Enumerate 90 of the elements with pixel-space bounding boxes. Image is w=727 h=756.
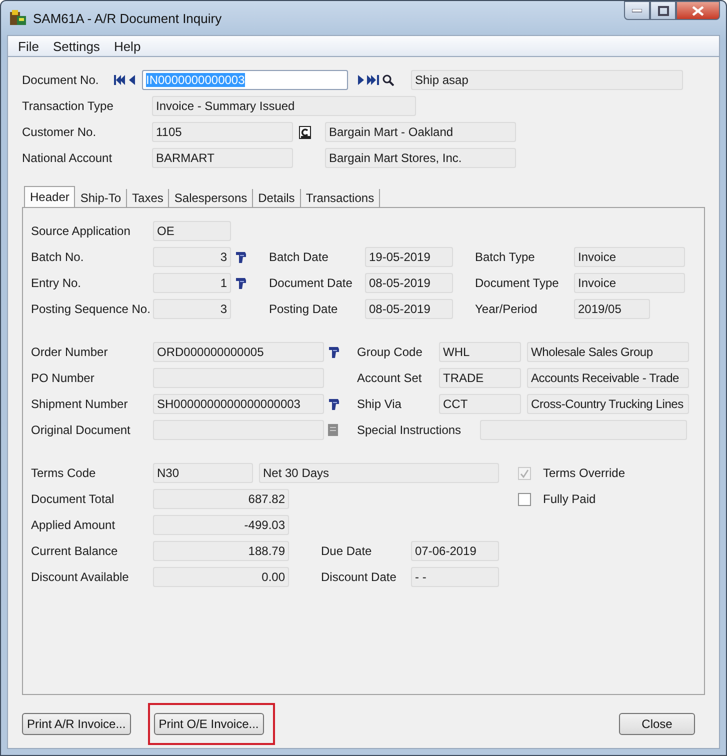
close-button[interactable] [676, 1, 720, 20]
date-field: 08-05-2019 [365, 273, 453, 293]
menu-item[interactable]: File [18, 38, 39, 54]
number-field: 3 [153, 247, 231, 267]
first-record-icon[interactable] [114, 75, 126, 85]
amount-field: 687.82 [153, 489, 289, 509]
field-label: Account Set [357, 371, 423, 385]
field-label: Order Number [31, 345, 109, 359]
field-label: Terms Code [31, 466, 97, 480]
date-field: 08-05-2019 [365, 299, 453, 319]
field-label: Batch Date [269, 250, 330, 264]
field-label: Ship Via [357, 397, 402, 411]
finder-icon[interactable] [299, 126, 311, 138]
number-field: 3 [153, 299, 231, 319]
last-record-icon[interactable] [367, 75, 379, 85]
code-field: TRADE [439, 368, 521, 388]
code-field: CCT [439, 394, 521, 414]
type-field: 2019/05 [574, 299, 650, 319]
field-label: Shipment Number [31, 397, 129, 411]
national-account-field: BARMART [152, 148, 293, 168]
field-label: Applied Amount [31, 518, 116, 532]
customer-name-field: Bargain Mart - Oakland [325, 122, 516, 142]
drilldown-arrow-icon[interactable] [328, 346, 340, 358]
field-label: Original Document [31, 423, 132, 437]
close-icon [692, 6, 704, 16]
amount-field: -499.03 [153, 515, 289, 535]
amount-field: 0.00 [153, 567, 289, 587]
code-description-field: Cross-Country Trucking Lines [527, 394, 689, 414]
app-icon [9, 9, 27, 27]
type-field: Invoice [574, 273, 685, 293]
customer-number-field: 1105 [152, 122, 293, 142]
search-icon[interactable] [382, 74, 394, 86]
date-field: 07-06-2019 [411, 541, 499, 561]
field-label: Transaction Type [22, 99, 114, 113]
date-field: - - [411, 567, 499, 587]
field-label: Current Balance [31, 544, 119, 558]
terms-description-field: Net 30 Days [259, 463, 499, 483]
code-field: WHL [439, 342, 521, 362]
document-icon [328, 424, 338, 436]
menu-item[interactable]: Settings [52, 38, 100, 54]
terms-code-field: N30 [153, 463, 253, 483]
field-label: Document Total [31, 492, 116, 506]
field-label: Discount Available [31, 570, 130, 584]
drilldown-arrow-icon[interactable] [328, 398, 340, 410]
field-label: Source Application [31, 224, 132, 238]
next-record-icon[interactable] [358, 75, 364, 85]
field-label: Batch Type [475, 250, 536, 264]
type-field: Invoice [574, 247, 685, 267]
field-label: Document No. [22, 73, 100, 87]
field-label: PO Number [31, 371, 96, 385]
field-label: National Account [22, 151, 114, 165]
field-label: Discount Date [321, 570, 398, 584]
close-dialog-button[interactable]: Close [619, 713, 695, 735]
checkbox-label: Fully Paid [543, 492, 596, 506]
checkbox[interactable] [518, 492, 531, 506]
field-label: Group Code [357, 345, 424, 359]
field-label: Entry No. [31, 276, 82, 290]
date-field: 19-05-2019 [365, 247, 453, 267]
minimize-icon [632, 8, 642, 12]
minimize-button[interactable] [624, 1, 650, 20]
field-label: Year/Period [475, 302, 538, 316]
drilldown-arrow-icon[interactable] [235, 276, 247, 290]
previous-record-icon[interactable] [129, 75, 135, 85]
number-field: 1 [153, 273, 231, 293]
field-label: Document Date [269, 276, 354, 290]
description-field: Ship asap [411, 70, 683, 90]
tab[interactable]: Header [24, 186, 76, 207]
code-description-field: Accounts Receivable - Trade [527, 368, 689, 388]
number-field: SH0000000000000000003 [153, 394, 324, 414]
field-label: Due Date [321, 544, 373, 558]
drilldown-arrow-icon[interactable] [235, 250, 247, 264]
field-label: Document Type [475, 276, 560, 290]
field-label: Posting Date [269, 302, 339, 316]
amount-field: 188.79 [153, 541, 289, 561]
menu-item[interactable]: Help [114, 38, 141, 54]
field-label: Customer No. [22, 125, 98, 139]
code-description-field: Wholesale Sales Group [527, 342, 689, 362]
window-title: SAM61A - A/R Document Inquiry [33, 10, 222, 26]
field-label: Batch No. [31, 250, 85, 264]
print-button[interactable]: Print O/E Invoice... [154, 713, 264, 735]
transaction-type-field: Invoice - Summary Issued [152, 96, 416, 116]
maximize-button[interactable] [650, 1, 676, 20]
maximize-icon [658, 6, 668, 16]
source-application-field: OE [153, 221, 231, 241]
field-label: Posting Sequence No. [31, 302, 152, 316]
checkbox-label: Terms Override [543, 466, 626, 480]
field-label: Special Instructions [357, 423, 462, 437]
number-field: ORD000000000005 [153, 342, 324, 362]
print-button[interactable]: Print A/R Invoice... [22, 713, 131, 735]
national-account-name-field: Bargain Mart Stores, Inc. [325, 148, 516, 168]
